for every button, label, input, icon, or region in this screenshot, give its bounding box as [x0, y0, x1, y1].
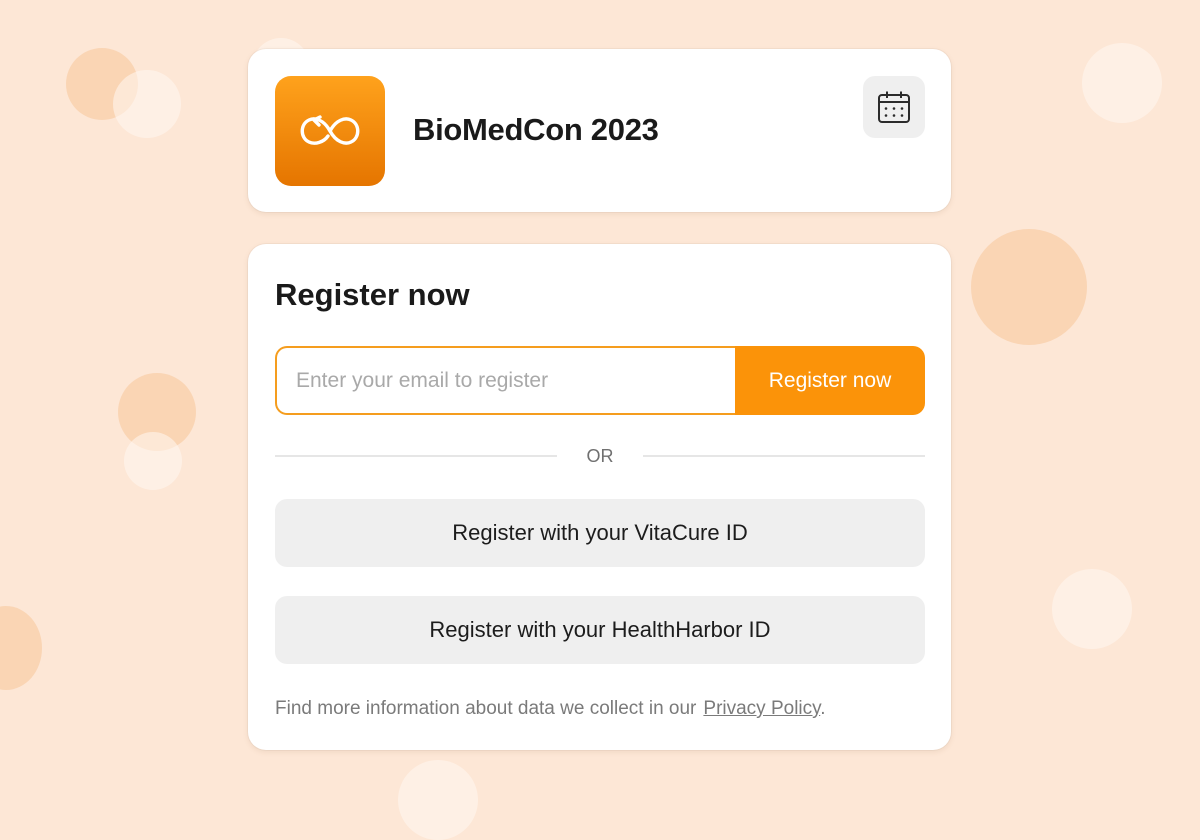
register-vitacure-button[interactable]: Register with your VitaCure ID	[275, 499, 925, 567]
background-bubble	[1082, 43, 1162, 123]
divider-line	[643, 455, 925, 457]
background-bubble	[0, 606, 42, 690]
app-header-card: BioMedCon 2023	[248, 49, 951, 212]
app-title: BioMedCon 2023	[413, 112, 659, 147]
privacy-notice: Find more information about data we coll…	[275, 697, 826, 721]
background-bubble	[398, 760, 478, 840]
background-bubble	[1052, 569, 1132, 649]
calendar-icon	[878, 91, 910, 123]
email-register-form: Register now	[275, 346, 925, 415]
register-healthharbor-button[interactable]: Register with your HealthHarbor ID	[275, 596, 925, 664]
privacy-text: Find more information about data we coll…	[275, 698, 697, 719]
app-logo	[275, 76, 385, 186]
calendar-button[interactable]	[863, 76, 925, 138]
register-now-button[interactable]: Register now	[735, 346, 925, 415]
privacy-suffix: .	[820, 698, 826, 719]
email-input[interactable]	[275, 346, 735, 415]
or-divider: OR	[275, 442, 925, 470]
register-heading: Register now	[275, 277, 470, 312]
infinity-arrow-icon	[300, 115, 360, 145]
background-bubble	[971, 229, 1087, 345]
background-bubble	[124, 432, 182, 490]
background-bubble	[113, 70, 181, 138]
register-card: Register now Register now OR Register wi…	[248, 244, 951, 750]
privacy-policy-link[interactable]: Privacy Policy	[703, 698, 820, 719]
